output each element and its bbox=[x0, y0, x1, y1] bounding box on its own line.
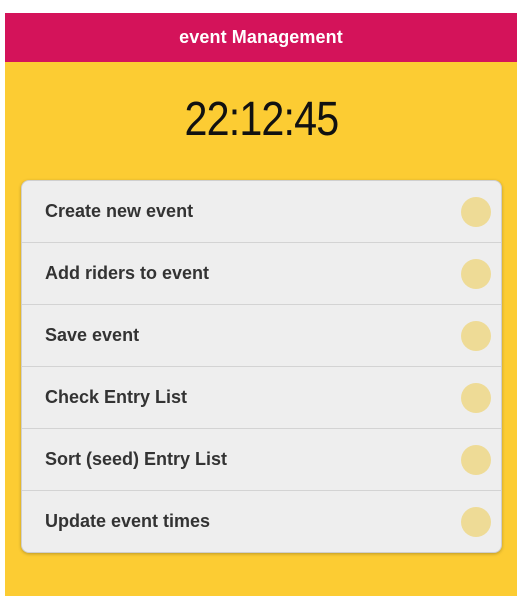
menu-item-update-event-times[interactable]: Update event times bbox=[22, 491, 501, 552]
menu-item-label: Check Entry List bbox=[45, 387, 188, 407]
menu-item-label: Sort (seed) Entry List bbox=[45, 449, 228, 469]
menu-item-sort-entry-list[interactable]: Sort (seed) Entry List bbox=[22, 429, 501, 491]
clock-display: 22:12:45 bbox=[5, 62, 517, 176]
menu-item-create-event[interactable]: Create new event bbox=[22, 181, 501, 243]
menu-list: Create new event Add riders to event Sav… bbox=[21, 180, 502, 553]
menu-item-check-entry-list[interactable]: Check Entry List bbox=[22, 367, 501, 429]
menu-item-label: Create new event bbox=[45, 201, 194, 221]
app-screen: event Management 22:12:45 Create new eve… bbox=[5, 13, 517, 596]
status-dot-icon bbox=[461, 444, 491, 475]
menu-item-label: Update event times bbox=[45, 511, 211, 531]
menu-item-save-event[interactable]: Save event bbox=[22, 305, 501, 367]
menu-item-add-riders[interactable]: Add riders to event bbox=[22, 243, 501, 305]
menu-item-label: Save event bbox=[45, 325, 140, 345]
status-dot-icon bbox=[461, 258, 491, 289]
status-dot-icon bbox=[461, 196, 491, 227]
clock-time: 22:12:45 bbox=[184, 92, 339, 146]
page-title: event Management bbox=[179, 27, 343, 47]
status-dot-icon bbox=[461, 506, 491, 537]
status-dot-icon bbox=[461, 320, 491, 351]
menu-item-label: Add riders to event bbox=[45, 263, 210, 283]
status-dot-icon bbox=[461, 382, 491, 413]
header-bar: event Management bbox=[5, 13, 517, 62]
